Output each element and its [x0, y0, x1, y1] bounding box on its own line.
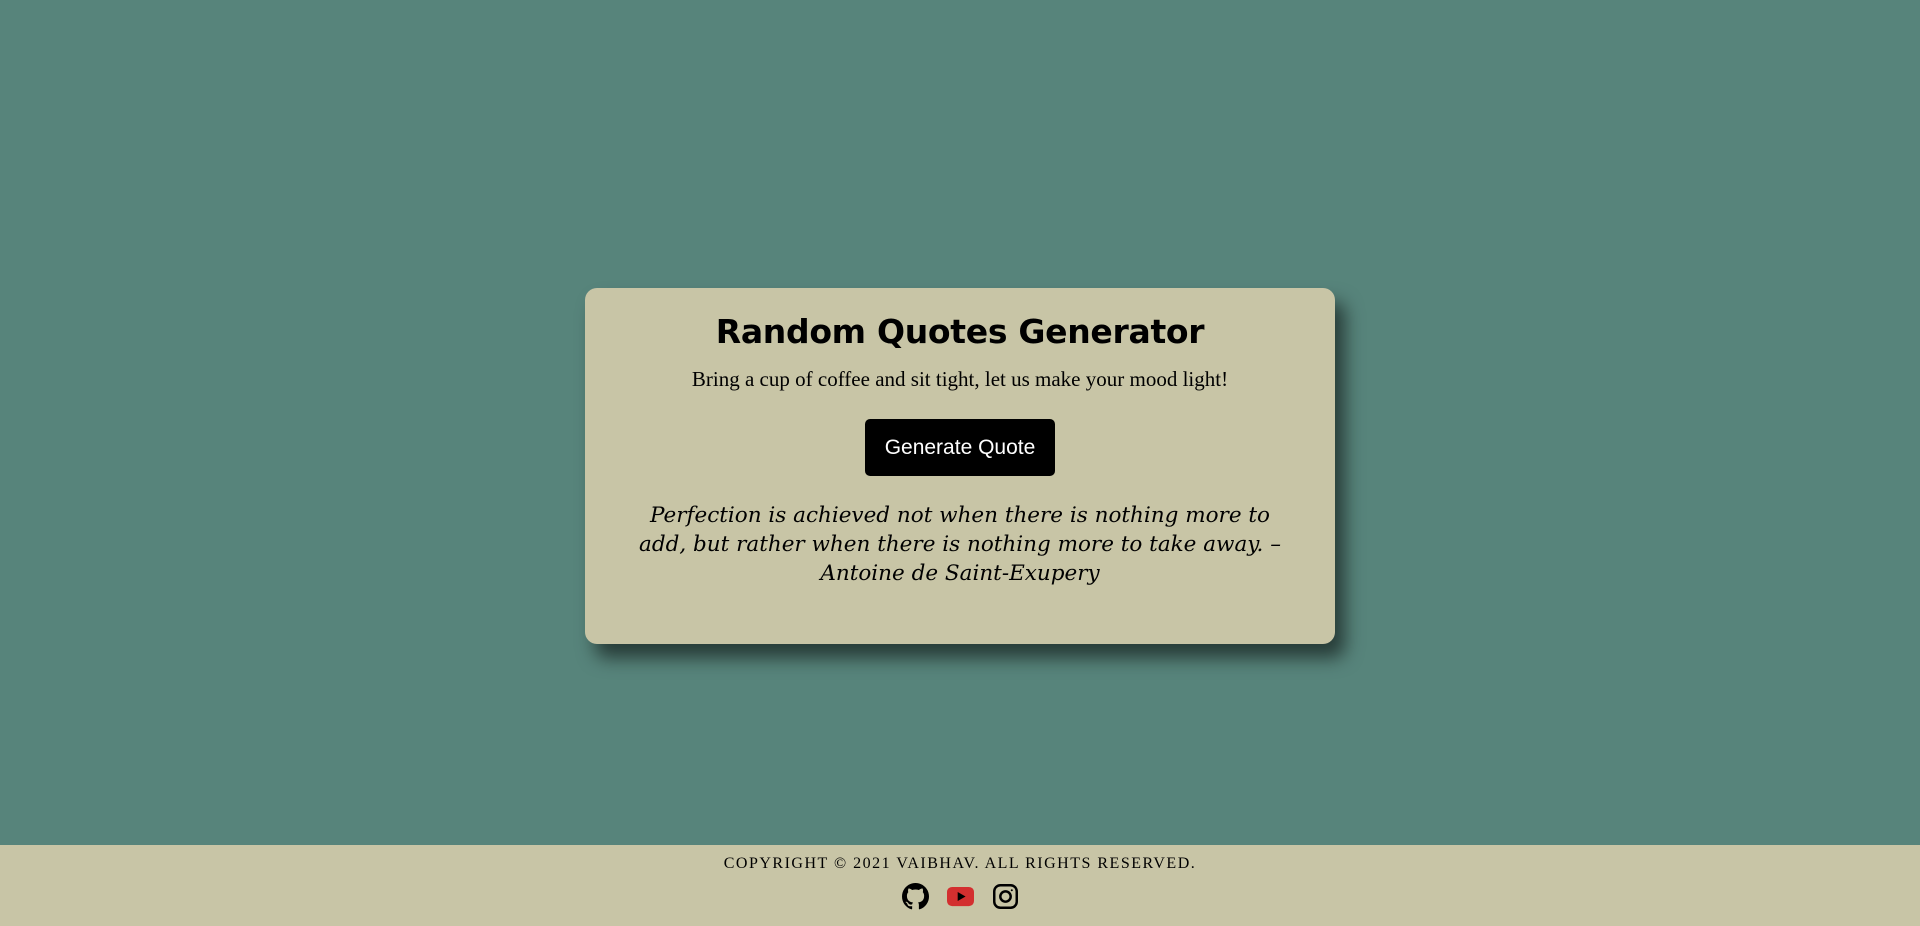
instagram-icon[interactable] — [992, 883, 1019, 910]
footer: COPYRIGHT © 2021 VAIBHAV. ALL RIGHTS RES… — [0, 845, 1920, 926]
github-icon[interactable] — [901, 883, 929, 910]
youtube-icon[interactable] — [946, 883, 974, 910]
social-links — [0, 883, 1920, 910]
quote-text: Perfection is achieved not when there is… — [639, 503, 1281, 586]
copyright-text: COPYRIGHT © 2021 VAIBHAV. ALL RIGHTS RES… — [723, 855, 1197, 872]
generate-quote-button[interactable]: Generate Quote — [865, 419, 1055, 476]
page: Random Quotes Generator Bring a cup of c… — [0, 0, 1920, 926]
quote-card: Random Quotes Generator Bring a cup of c… — [585, 288, 1335, 644]
page-title: Random Quotes Generator — [715, 312, 1205, 351]
subtitle: Bring a cup of coffee and sit tight, let… — [691, 367, 1229, 391]
